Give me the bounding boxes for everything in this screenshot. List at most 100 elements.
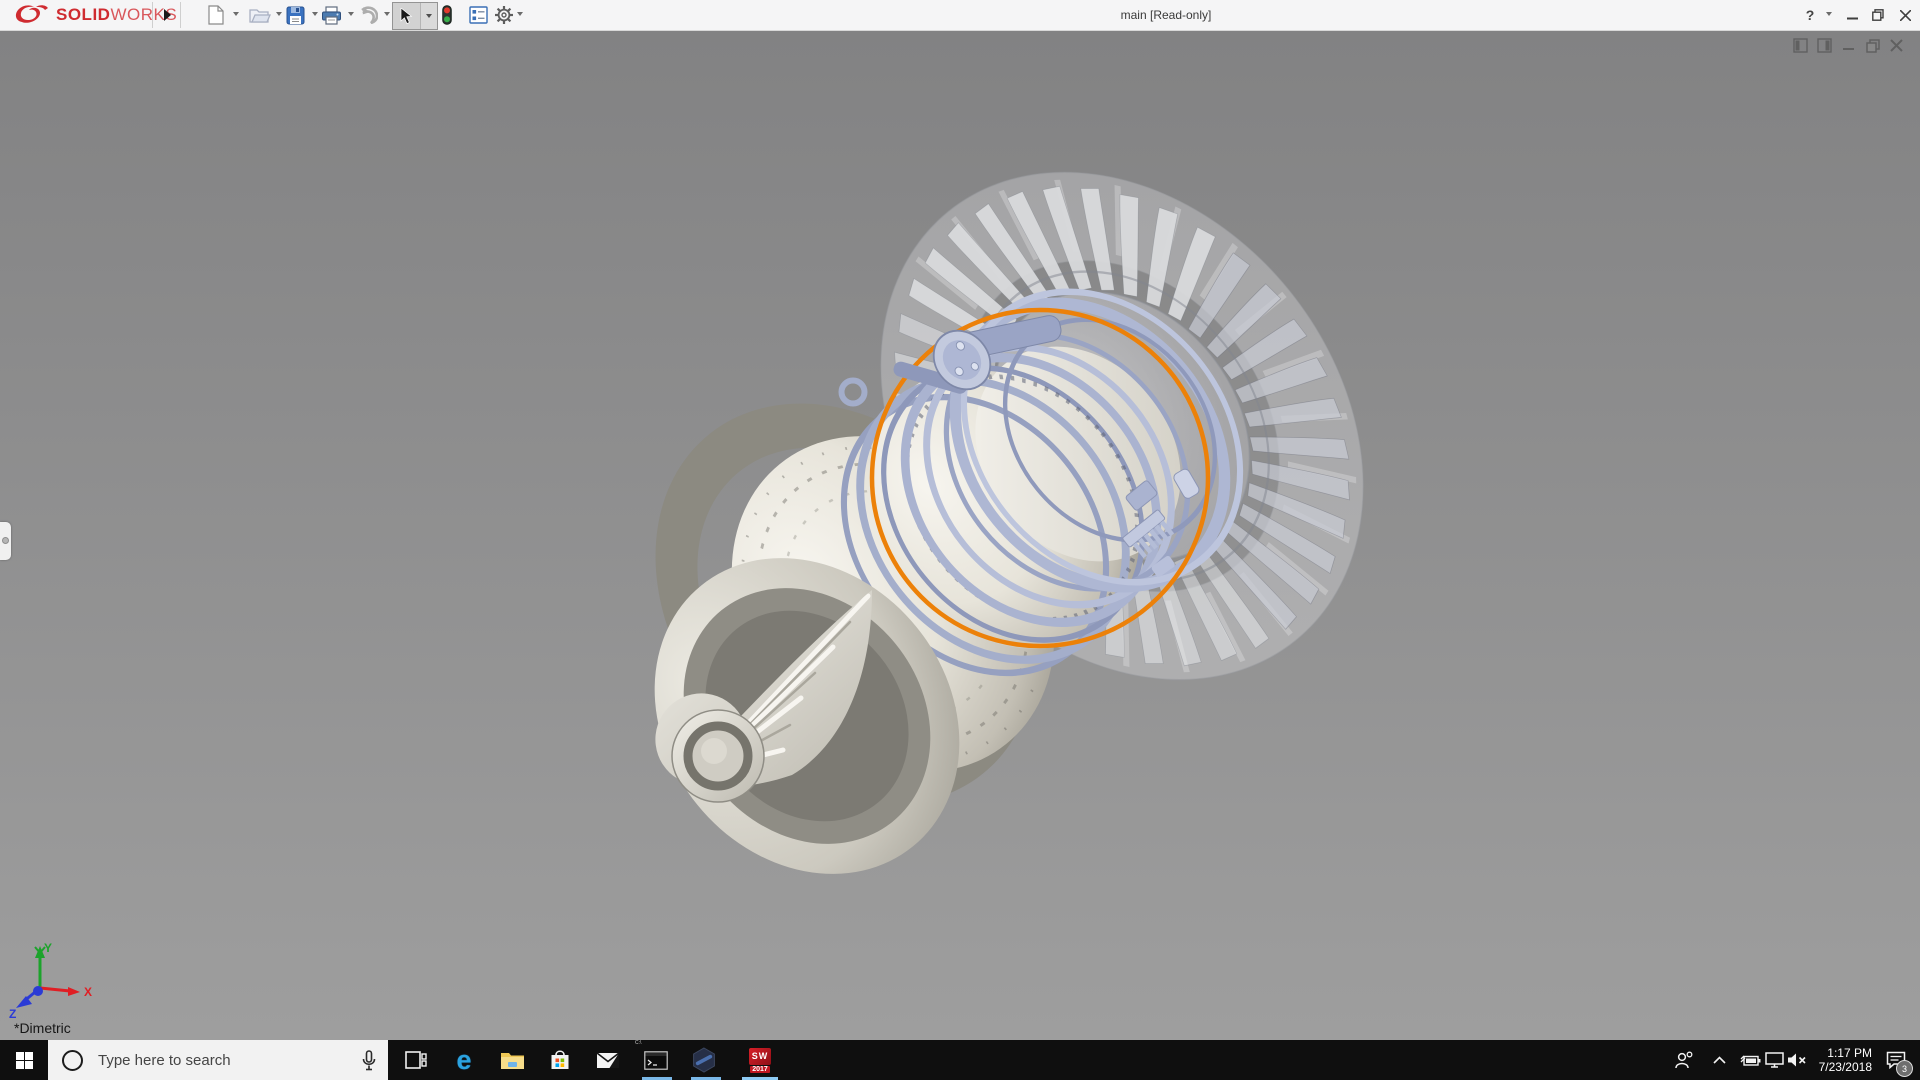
traffic-light-icon [442,5,452,25]
restore-icon [1865,38,1880,53]
store-button[interactable] [536,1040,584,1080]
people-icon [1675,1051,1693,1069]
ds-mark-icon [15,5,48,23]
z-axis-label: Z [9,1007,16,1021]
collapsed-panel-tab[interactable] [0,522,11,560]
command-prompt-icon [644,1050,668,1070]
help-question-icon: ? [1805,7,1815,23]
undo-dropdown[interactable] [384,12,390,16]
clock-date: 7/23/2018 [1818,1060,1872,1074]
document-window-controls [1793,38,1904,53]
flyout-arrow-icon [163,9,171,21]
clock-time: 1:17 PM [1827,1046,1872,1060]
chevron-up-icon [1712,1056,1726,1064]
document-restore-button[interactable] [1865,38,1880,53]
open-button[interactable] [247,3,273,27]
action-center-button[interactable]: 3 [1876,1040,1916,1080]
solidworks-2017-icon: SW 2017 [749,1047,771,1073]
toolbar-flyout-button[interactable] [158,4,176,26]
close-icon [1899,9,1911,21]
select-tool-group[interactable] [392,2,438,30]
jet-engine-model [0,30,1920,1040]
options-button[interactable] [491,3,517,27]
gear-icon [495,6,513,24]
print-button[interactable] [318,3,344,27]
title-bar: SOLIDWORKS main [Read-only] ? [0,0,1920,31]
cone-tip-hub [701,738,727,764]
new-document-dropdown[interactable] [233,12,239,16]
chevron-down-icon [426,14,433,18]
notification-count: 3 [1901,1063,1907,1074]
help-button[interactable]: ? [1798,3,1822,27]
battery-button[interactable] [1736,1040,1762,1080]
edge-button[interactable]: e [440,1040,488,1080]
save-floppy-icon [286,6,304,24]
select-tool-button[interactable] [393,3,421,29]
restore-icon [1872,9,1884,21]
taskbar-clock[interactable]: 1:17 PM 7/23/2018 [1800,1040,1872,1080]
notification-badge: 3 [1896,1060,1913,1077]
help-dropdown[interactable] [1826,12,1832,16]
document-close-button[interactable] [1889,38,1904,53]
options-dropdown[interactable] [517,12,523,16]
new-document-button[interactable] [203,3,229,27]
undo-arrow-icon [361,6,378,24]
microphone-icon[interactable] [362,1049,376,1071]
sw-year-badge: 2017 [750,1065,770,1073]
hexagon-app-button[interactable] [680,1040,728,1080]
panel-tab-handle-icon [2,537,9,544]
minimize-icon [1843,48,1854,50]
people-button[interactable] [1672,1040,1696,1080]
graphics-area[interactable]: Y X Z *Dimetric [0,30,1920,1040]
open-folder-icon [249,9,271,23]
cortana-icon [62,1049,83,1071]
properties-form-icon [468,6,488,24]
battery-charging-icon [1740,1055,1760,1066]
view-orientation-label: *Dimetric [14,1020,71,1036]
save-button[interactable] [282,3,308,27]
hidden-icons-button[interactable] [1708,1040,1730,1080]
taskbar-search[interactable] [48,1040,388,1080]
right-pane-icon [1817,38,1832,53]
mail-button[interactable] [584,1040,632,1080]
task-view-button[interactable] [392,1040,440,1080]
left-pane-icon [1793,38,1808,53]
minimize-icon [1846,17,1858,19]
print-icon [321,5,341,25]
task-view-icon [405,1051,427,1069]
show-right-pane-button[interactable] [1817,38,1832,53]
command-prompt-button[interactable]: C:\ [632,1040,680,1080]
close-button[interactable] [1893,3,1917,27]
undo-button[interactable] [354,3,380,27]
y-axis-label: Y [44,941,52,955]
reference-triad: Y X Z [9,941,92,1021]
properties-button[interactable] [465,3,491,27]
restore-button[interactable] [1866,3,1890,27]
windows-logo-icon [15,1051,33,1069]
close-icon [1890,39,1903,52]
toolbar-separator [152,2,153,28]
sw-cube-icon: SW [749,1047,771,1065]
file-explorer-button[interactable] [488,1040,536,1080]
windows-taskbar: e [0,1040,1920,1080]
start-button[interactable] [0,1040,48,1080]
mail-envelope-icon [596,1051,620,1068]
display-states-button[interactable] [438,3,456,27]
new-document-icon [208,5,224,25]
minimize-button[interactable] [1840,3,1864,27]
edge-icon: e [456,1044,472,1075]
select-cursor-icon [400,7,413,24]
show-left-pane-button[interactable] [1793,38,1808,53]
network-button[interactable] [1762,1040,1786,1080]
x-axis-label: X [84,985,92,999]
select-tool-dropdown[interactable] [420,3,437,29]
search-input[interactable] [96,1050,362,1070]
document-title: main [Read-only] [1120,8,1212,22]
toolbar-separator [180,2,181,28]
file-explorer-icon [500,1053,524,1069]
wordmark-solid: SOLID [56,5,111,24]
solidworks-taskbar-button[interactable]: SW 2017 [736,1040,784,1080]
document-minimize-button[interactable] [1841,38,1856,53]
store-icon [551,1050,569,1069]
command-prompt-mini-title: C:\ [635,1040,642,1046]
